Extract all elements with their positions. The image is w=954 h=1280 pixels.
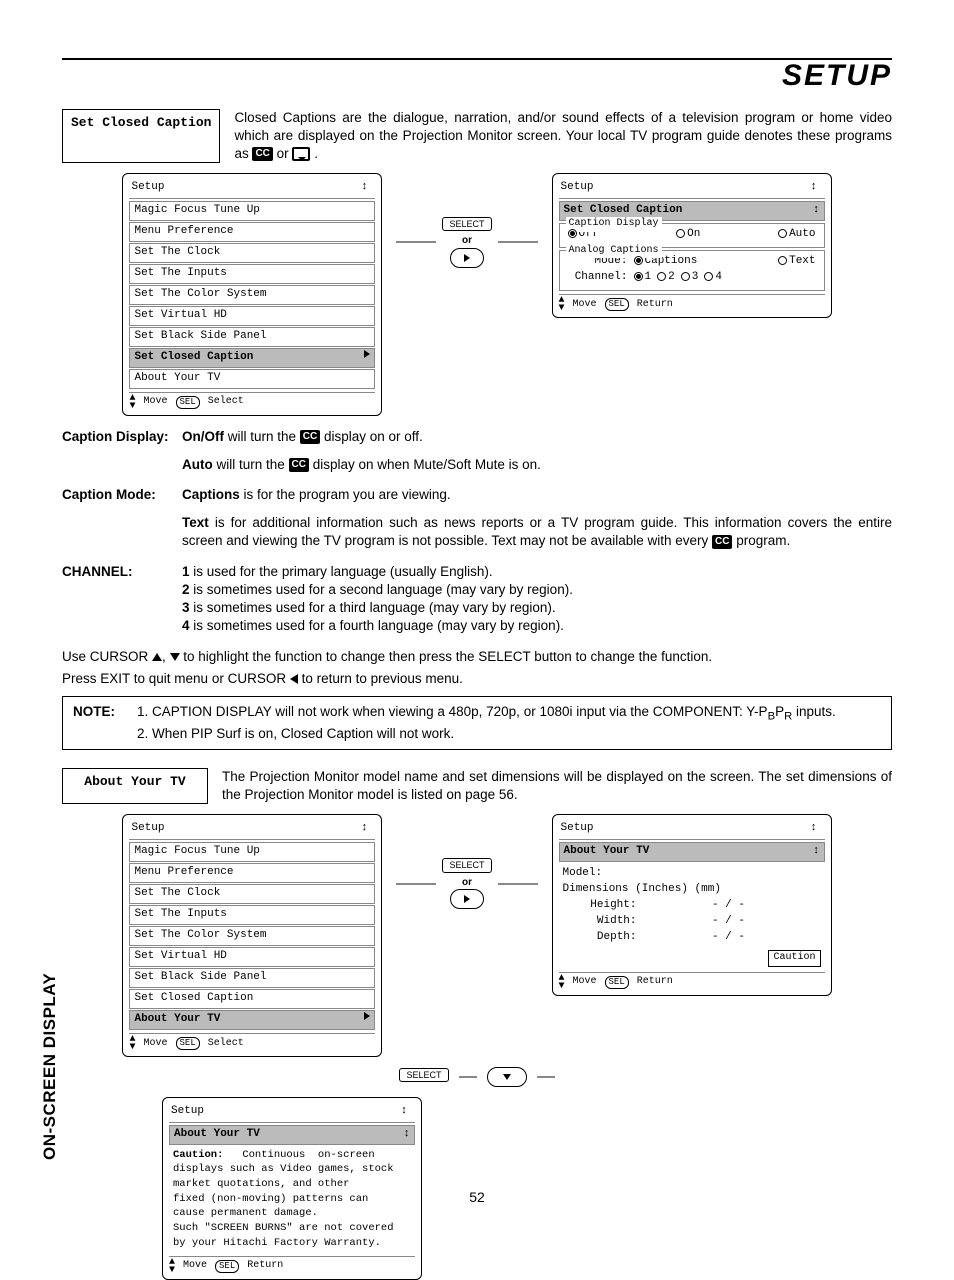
page-number: 52 bbox=[0, 1188, 954, 1207]
cursor-right-button bbox=[450, 248, 484, 268]
cursor-right-button bbox=[450, 889, 484, 909]
label-caption-mode: Caption Mode: bbox=[62, 486, 182, 551]
osd-setup-menu-cc: Setup↕ Magic Focus Tune Up Menu Preferen… bbox=[122, 173, 382, 415]
label-caption-display: Caption Display: bbox=[62, 428, 182, 474]
about-tv-intro: The Projection Monitor model name and se… bbox=[222, 768, 892, 804]
section-title-closed-caption: Set Closed Caption bbox=[62, 109, 220, 164]
radio-selected-icon bbox=[568, 229, 577, 238]
arrow-right-icon bbox=[364, 1012, 370, 1020]
osd-about-your-tv: Setup↕ About Your TV↕ Model: Dimensions … bbox=[552, 814, 832, 995]
caution-button: Caution bbox=[768, 950, 820, 967]
cc-icon: CC bbox=[289, 458, 309, 472]
page-header: SETUP bbox=[62, 56, 892, 97]
cc-icon: CC bbox=[252, 147, 272, 161]
connector-select-right: SELECT or bbox=[396, 173, 537, 268]
speech-bubble-icon bbox=[292, 147, 310, 161]
exit-instructions: Press EXIT to quit menu or CURSOR to ret… bbox=[62, 670, 892, 688]
arrow-up-icon bbox=[152, 653, 162, 661]
note-box: NOTE: 1. CAPTION DISPLAY will not work w… bbox=[62, 696, 892, 750]
cc-icon: CC bbox=[712, 535, 732, 549]
cc-icon: CC bbox=[300, 430, 320, 444]
arrow-down-icon bbox=[170, 653, 180, 661]
arrow-right-icon bbox=[364, 350, 370, 358]
closed-caption-intro: Closed Captions are the dialogue, narrat… bbox=[234, 109, 892, 164]
section-title-about-tv: About Your TV bbox=[62, 768, 208, 804]
side-tab-label: ON-SCREEN DISPLAY bbox=[39, 973, 62, 1160]
cursor-down-button bbox=[487, 1067, 527, 1087]
arrow-left-icon bbox=[290, 674, 298, 684]
connector-select-down: SELECT bbox=[62, 1067, 892, 1087]
connector-select-right: SELECT or bbox=[396, 814, 537, 909]
osd-setup-menu-about: Setup↕ Magic Focus Tune Up Menu Preferen… bbox=[122, 814, 382, 1056]
cursor-instructions: Use CURSOR , to highlight the function t… bbox=[62, 648, 892, 666]
osd-set-closed-caption: Setup↕ Set Closed Caption↕ Caption Displ… bbox=[552, 173, 832, 318]
label-channel: CHANNEL: bbox=[62, 563, 182, 636]
